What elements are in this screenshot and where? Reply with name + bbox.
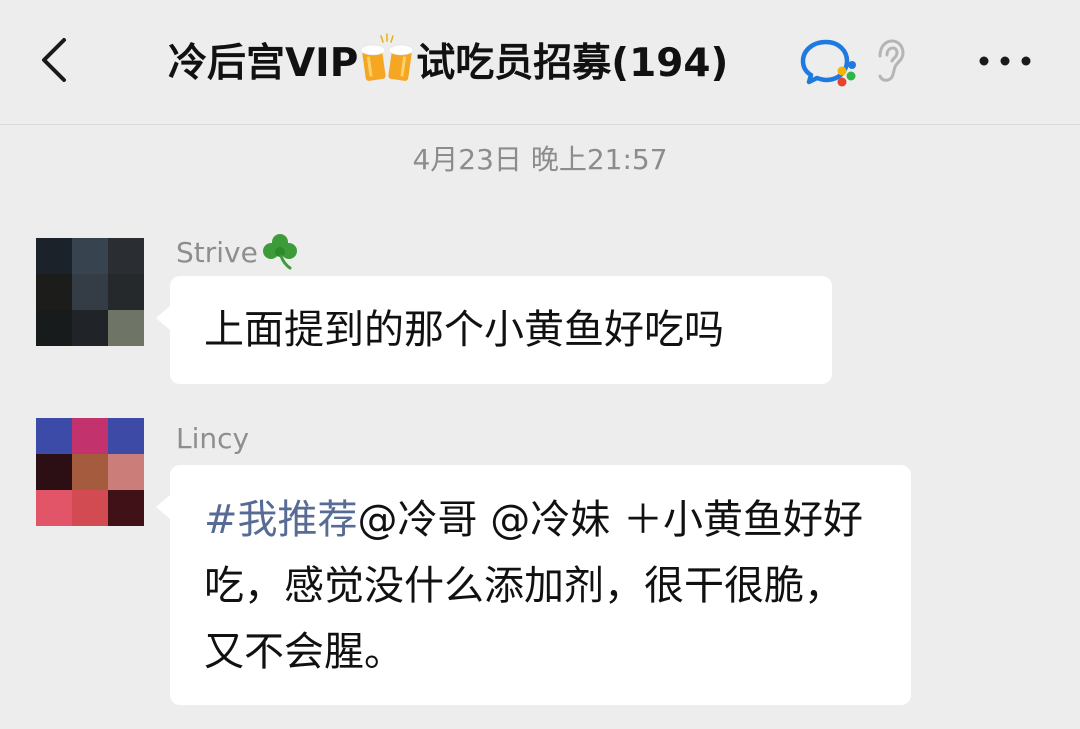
avatar-pixel — [72, 418, 108, 454]
avatar-pixel — [108, 490, 144, 526]
avatar-pixel — [72, 238, 108, 274]
avatar-pixel — [72, 454, 108, 490]
back-button[interactable] — [34, 34, 78, 86]
avatar-pixel — [72, 490, 108, 526]
avatar-pixel — [108, 418, 144, 454]
avatar[interactable] — [36, 418, 144, 526]
title-prefix: 冷后宫VIP — [168, 41, 359, 86]
sender-name-text: Strive — [176, 236, 258, 269]
sender-name: Strive — [176, 232, 300, 270]
avatar-pixel — [36, 238, 72, 274]
avatar-pixel — [108, 454, 144, 490]
message-text: 上面提到的那个小黄鱼好吃吗 — [204, 307, 724, 353]
avatar-pixel — [36, 490, 72, 526]
avatar-pixel — [36, 454, 72, 490]
earpiece-icon[interactable] — [872, 38, 906, 84]
avatar-pixel — [108, 310, 144, 346]
avatar-pixel — [108, 274, 144, 310]
message-bubble[interactable]: 上面提到的那个小黄鱼好吃吗 — [156, 276, 832, 384]
chat-header: 冷后宫VIP 试吃员招募(194) — [0, 0, 1080, 125]
title-suffix: 试吃员招募(194) — [416, 41, 729, 86]
avatar-pixel — [72, 274, 108, 310]
avatar-pixel — [36, 274, 72, 310]
message-bubble[interactable]: #我推荐@冷哥 @冷妹 ＋小黄鱼好好吃，感觉没什么添加剂，很干很脆，又不会腥。 — [156, 465, 911, 705]
avatar-pixel — [72, 310, 108, 346]
beer-mugs-icon — [361, 33, 414, 81]
avatar-pixel — [36, 418, 72, 454]
sender-name-text: Lincy — [176, 422, 250, 455]
avatar-pixel — [36, 310, 72, 346]
clover-icon — [262, 234, 297, 270]
message-timestamp: 4月23日 晚上21:57 — [412, 143, 668, 176]
avatar-pixel — [108, 238, 144, 274]
chevron-left-icon — [42, 38, 66, 82]
wecom-chat-icon[interactable] — [797, 36, 859, 88]
avatar[interactable] — [36, 238, 144, 346]
hashtag-link[interactable]: #我推荐 — [204, 497, 358, 543]
sender-name: Lincy — [176, 422, 249, 455]
more-dots-icon[interactable] — [975, 50, 1035, 72]
chat-title[interactable]: 冷后宫VIP 试吃员招募(194) — [168, 30, 728, 90]
